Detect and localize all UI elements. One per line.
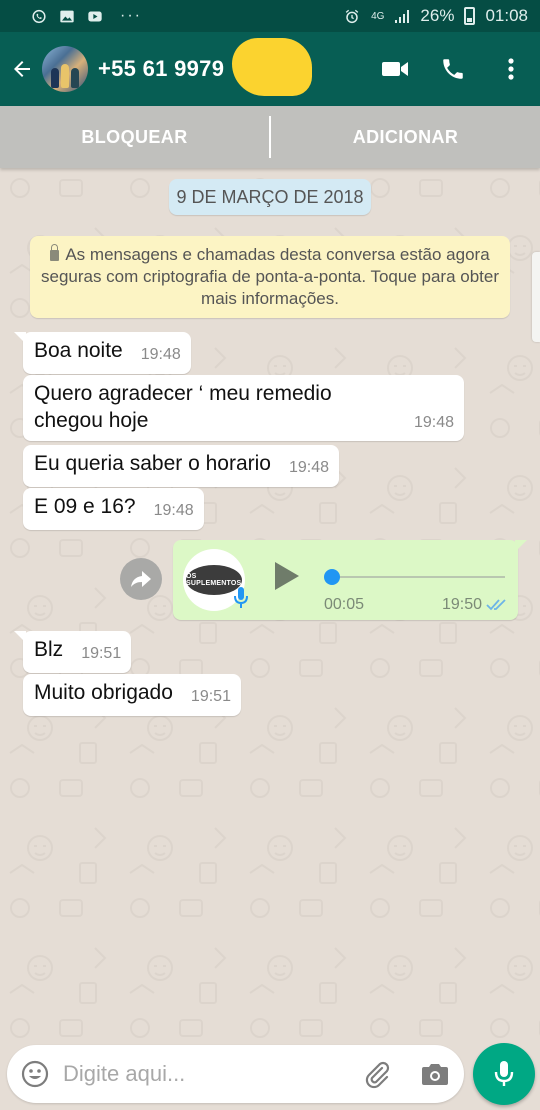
video-call-icon xyxy=(382,62,408,76)
message-incoming[interactable]: Quero agradecer ‘ meu remedio chegou hoj… xyxy=(23,375,464,441)
message-text: Eu queria saber o horario xyxy=(34,452,271,475)
block-button[interactable]: BLOQUEAR xyxy=(0,127,269,148)
message-incoming[interactable]: Muito obrigado 19:51 xyxy=(23,674,241,716)
contact-name-text: +55 61 9979 xyxy=(98,56,225,81)
encryption-notice[interactable]: As mensagens e chamadas desta conversa e… xyxy=(30,236,510,318)
message-incoming[interactable]: Boa noite 19:48 xyxy=(14,332,191,374)
message-incoming[interactable]: Eu queria saber o horario 19:48 xyxy=(23,445,340,487)
status-notifications: ··· xyxy=(30,7,142,25)
bubble-tail xyxy=(14,332,26,344)
redaction-mark xyxy=(232,38,312,96)
message-time: 19:48 xyxy=(413,414,454,431)
add-contact-button[interactable]: ADICIONAR xyxy=(271,127,540,148)
menu-button[interactable] xyxy=(482,32,540,106)
phone-icon xyxy=(443,59,463,79)
message-composer xyxy=(7,1045,464,1103)
bubble-tail xyxy=(14,631,26,643)
message-incoming[interactable]: E 09 e 16? 19:48 xyxy=(23,488,204,530)
delivered-ticks-icon xyxy=(486,599,506,611)
audio-duration: 00:05 xyxy=(324,596,365,613)
video-call-button[interactable] xyxy=(366,32,424,106)
status-system: 4G 26% 01:08 xyxy=(343,6,528,26)
contact-name[interactable]: +55 61 9979 xyxy=(98,38,366,96)
message-text: Blz xyxy=(34,638,64,661)
message-time: 19:51 xyxy=(190,688,231,705)
message-text: Muito obrigado xyxy=(34,681,173,704)
status-bar: ··· 4G 26% 01:08 xyxy=(0,0,540,32)
bubble-tail xyxy=(515,540,527,552)
lock-icon xyxy=(50,244,60,261)
message-time: 19:51 xyxy=(81,645,122,662)
voice-message-outgoing[interactable]: OS SUPLEMENTOS 00:05 19:50 xyxy=(173,540,527,620)
more-vert-icon xyxy=(508,58,514,80)
attach-icon[interactable] xyxy=(362,1059,392,1089)
scroll-handle[interactable] xyxy=(532,252,540,342)
message-text: Boa noite xyxy=(34,339,123,362)
unknown-contact-actions: BLOQUEAR ADICIONAR xyxy=(0,106,540,168)
encryption-text: As mensagens e chamadas desta conversa e… xyxy=(40,245,500,308)
emoji-icon[interactable] xyxy=(21,1060,49,1088)
youtube-icon xyxy=(88,11,102,21)
audio-seek-track[interactable] xyxy=(325,576,505,578)
microphone-icon xyxy=(494,1061,514,1086)
audio-seek-handle[interactable] xyxy=(324,569,340,585)
play-icon[interactable] xyxy=(271,560,301,592)
message-input[interactable] xyxy=(63,1055,343,1093)
back-button[interactable] xyxy=(2,32,42,106)
signal-icon xyxy=(395,9,410,23)
chat-area[interactable]: 9 DE MARÇO DE 2018 As mensagens e chamad… xyxy=(0,168,540,1038)
record-voice-button[interactable] xyxy=(473,1043,535,1105)
message-text: Quero agradecer ‘ meu remedio chegou hoj… xyxy=(34,382,332,432)
date-chip: 9 DE MARÇO DE 2018 xyxy=(169,179,371,215)
voice-call-button[interactable] xyxy=(424,32,482,106)
battery-percent: 26% xyxy=(420,6,455,25)
more-notifications: ··· xyxy=(120,7,142,24)
message-time: 19:48 xyxy=(153,502,194,519)
forward-button[interactable] xyxy=(120,558,162,600)
header-actions xyxy=(366,32,540,106)
alarm-icon xyxy=(345,9,359,23)
whatsapp-icon xyxy=(32,9,46,23)
arrow-back-icon xyxy=(14,61,30,77)
message-incoming[interactable]: Blz 19:51 xyxy=(14,631,132,673)
message-time: 19:48 xyxy=(140,346,181,363)
chat-header: +55 61 9979 xyxy=(0,32,540,106)
message-text: E 09 e 16? xyxy=(34,495,136,518)
message-time: 19:50 xyxy=(441,596,482,613)
forward-icon xyxy=(131,571,151,587)
message-time: 19:48 xyxy=(288,459,330,476)
avatar[interactable] xyxy=(42,46,88,92)
network-type: 4G xyxy=(371,10,385,22)
clock: 01:08 xyxy=(485,6,528,25)
gallery-icon xyxy=(60,10,74,22)
microphone-icon xyxy=(234,587,248,608)
camera-icon[interactable] xyxy=(421,1061,449,1087)
battery-icon xyxy=(464,7,476,25)
